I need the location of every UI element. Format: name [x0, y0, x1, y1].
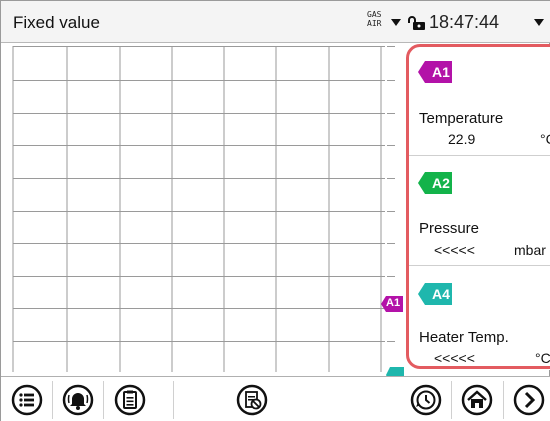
footer-divider	[103, 381, 104, 419]
tag-a4: A4	[418, 283, 452, 305]
home-icon[interactable]	[461, 384, 493, 416]
gas-label: GAS	[367, 10, 382, 19]
time-dropdown-icon[interactable]	[534, 19, 544, 26]
footer-toolbar	[1, 376, 550, 421]
param-unit-temperature: °C	[540, 131, 550, 147]
air-label: AIR	[367, 19, 382, 28]
param-value-temperature: 22.9	[448, 131, 476, 147]
param-name-heater-temp: Heater Temp.	[419, 329, 509, 346]
param-section-a4[interactable]: A4 Heater Temp. <<<<< °C	[406, 266, 550, 370]
tag-a1: A1	[418, 61, 452, 83]
no-notes-icon[interactable]	[236, 384, 268, 416]
menu-list-icon[interactable]	[11, 384, 43, 416]
page-title: Fixed value	[13, 13, 100, 32]
param-name-pressure: Pressure	[419, 220, 480, 237]
next-arrow-icon[interactable]	[513, 384, 545, 416]
header-bar: Fixed value GAS AIR 18:47:44	[1, 1, 550, 43]
controller-screen: Fixed value GAS AIR 18:47:44 A1 A1 Tempe…	[0, 0, 550, 421]
param-section-a2[interactable]: A2 Pressure <<<<< mbar	[406, 156, 550, 266]
footer-divider	[503, 381, 504, 419]
param-section-a1[interactable]: A1 Temperature 22.9 °C	[406, 44, 550, 156]
param-value-pressure: <<<<<	[434, 242, 475, 258]
gas-air-indicator[interactable]: GAS AIR	[367, 10, 381, 28]
marker-a4	[386, 367, 404, 376]
marker-a1: A1	[381, 296, 403, 312]
footer-divider	[173, 381, 174, 419]
alarm-bell-icon[interactable]	[62, 384, 94, 416]
tag-a4-label: A4	[432, 286, 450, 302]
param-name-temperature: Temperature	[419, 110, 504, 127]
chart-grid	[12, 46, 395, 372]
footer-divider	[52, 381, 53, 419]
param-value-heater-temp: <<<<<	[434, 350, 475, 366]
clock-time: 18:47:44	[429, 12, 500, 32]
trend-chart	[9, 46, 401, 372]
footer-divider	[451, 381, 452, 419]
tag-a2: A2	[418, 172, 452, 194]
marker-a1-label: A1	[386, 297, 401, 309]
lock-icon[interactable]	[407, 15, 427, 31]
clipboard-list-icon[interactable]	[114, 384, 146, 416]
gas-dropdown-icon[interactable]	[391, 19, 401, 26]
parameter-panel: A1 Temperature 22.9 °C A2 Pressure <<<<<…	[406, 44, 550, 370]
param-unit-pressure: mbar	[514, 242, 546, 258]
timer-clock-icon[interactable]	[410, 384, 442, 416]
tag-a1-label: A1	[432, 64, 450, 80]
tag-a2-label: A2	[432, 175, 450, 191]
param-unit-heater-temp: °C	[535, 350, 550, 366]
